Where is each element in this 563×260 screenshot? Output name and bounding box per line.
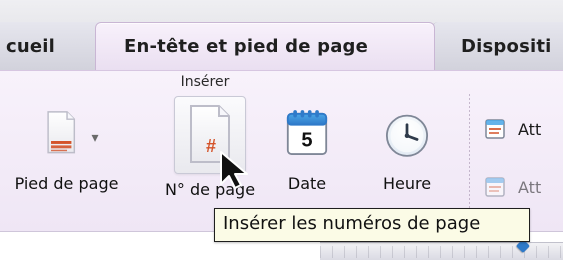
date-button[interactable]: 5 Date — [262, 96, 352, 208]
tab-right-clipped[interactable]: Dispositi — [432, 22, 563, 70]
right-ribbon-label-1: Att — [518, 119, 542, 139]
tooltip: Insérer les numéros de page — [214, 208, 530, 242]
clock-icon — [385, 114, 429, 157]
footer-label: Pied de page — [14, 174, 119, 193]
ribbon-tabstrip: cueil En-tête et pied de page Dispositi — [0, 0, 563, 71]
footer-icon-wrap: ▾ — [35, 98, 99, 168]
tab-header-footer-label: En-tête et pied de page — [124, 36, 369, 57]
page-number-button[interactable]: # N° de page — [145, 96, 275, 208]
calendar-day: 5 — [301, 130, 312, 152]
ribbon-divider — [469, 94, 470, 216]
date-label: Date — [287, 174, 327, 193]
tab-right-label: Dispositi — [461, 35, 552, 57]
footer-icon — [46, 111, 75, 154]
calendar-icon: 5 — [286, 110, 328, 155]
footer-button[interactable]: ▾ Pied de page — [0, 96, 139, 208]
time-button[interactable]: Heure — [352, 96, 462, 208]
ribbon-section-title: Insérer — [180, 74, 230, 90]
right-ribbon-item-2[interactable]: Att — [484, 170, 563, 204]
time-icon-wrap — [375, 98, 439, 168]
dropdown-arrow-icon[interactable]: ▾ — [91, 130, 98, 146]
right-ribbon-item-1[interactable]: Att — [484, 112, 563, 146]
date-icon-wrap: 5 — [275, 98, 339, 168]
tooltip-text: Insérer les numéros de page — [223, 213, 481, 234]
tab-header-footer[interactable]: En-tête et pied de page — [95, 22, 435, 70]
page-number-icon: # — [190, 105, 230, 163]
svg-text:#: # — [206, 136, 216, 156]
time-label: Heure — [382, 174, 432, 193]
attach-icon — [485, 177, 505, 197]
tab-left-label: cueil — [6, 35, 56, 57]
page-number-icon-wrap: # — [174, 96, 246, 174]
right-ribbon-label-2: Att — [518, 177, 542, 197]
app-window: cueil En-tête et pied de page Dispositi … — [0, 0, 563, 260]
page-number-label: N° de page — [164, 180, 256, 199]
attach-icon — [485, 119, 505, 139]
